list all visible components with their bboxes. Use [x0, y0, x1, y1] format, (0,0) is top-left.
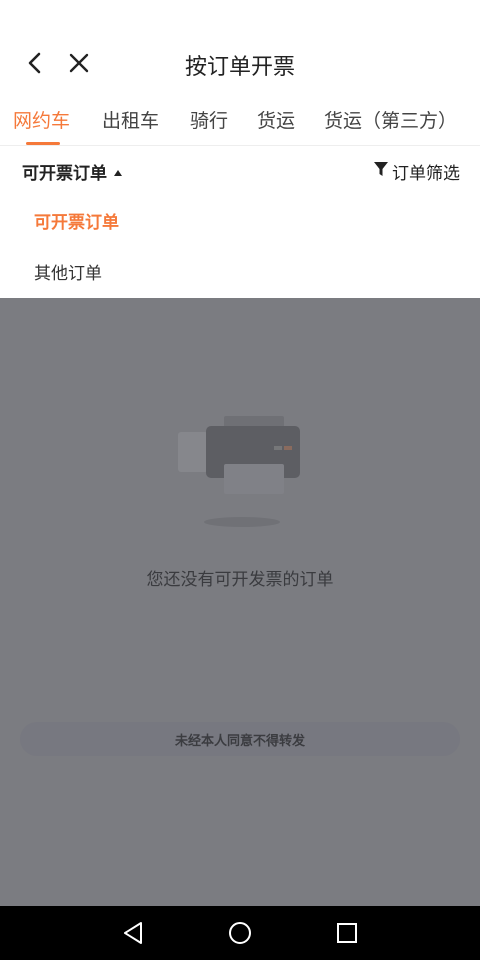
funnel-icon	[374, 161, 388, 182]
triangle-back-icon	[124, 922, 142, 944]
caret-up-icon	[113, 162, 123, 182]
dropdown-menu: 可开票订单 其他订单	[0, 192, 480, 298]
page-title: 按订单开票	[184, 55, 295, 80]
system-nav-bar	[0, 906, 480, 960]
tab-bar: 网约车 出租车 骑行 货运 货运（第三方）	[0, 92, 480, 146]
tab-cycling[interactable]: 骑行	[190, 106, 228, 133]
tab-taxi[interactable]: 出租车	[102, 106, 159, 133]
no-forward-notice: 未经本人同意不得转发	[20, 722, 460, 756]
active-tab-indicator	[26, 142, 60, 145]
status-bar	[0, 0, 480, 36]
nav-home-button[interactable]	[227, 920, 253, 946]
tab-freight-third-party[interactable]: 货运（第三方）	[324, 106, 457, 133]
invoice-order-dropdown[interactable]: 可开票订单	[22, 159, 123, 184]
nav-recents-button[interactable]	[334, 920, 360, 946]
circle-home-icon	[229, 922, 251, 944]
printer-icon	[178, 416, 300, 527]
title-bar: 按订单开票	[0, 36, 480, 90]
square-recents-icon	[337, 923, 357, 943]
dim-overlay[interactable]	[0, 298, 480, 906]
tab-ride-hailing[interactable]: 网约车	[13, 106, 70, 133]
filter-bar: 可开票订单 订单筛选	[0, 148, 480, 192]
nav-back-button[interactable]	[120, 920, 146, 946]
dropdown-option-invoiceable[interactable]: 可开票订单	[34, 208, 119, 233]
dropdown-label: 可开票订单	[22, 164, 107, 184]
order-filter-button[interactable]: 订单筛选	[374, 159, 460, 184]
dropdown-option-other[interactable]: 其他订单	[34, 259, 102, 284]
order-filter-label: 订单筛选	[392, 164, 460, 184]
tab-freight[interactable]: 货运	[257, 106, 295, 133]
empty-state-message: 您还没有可开发票的订单	[146, 570, 334, 590]
